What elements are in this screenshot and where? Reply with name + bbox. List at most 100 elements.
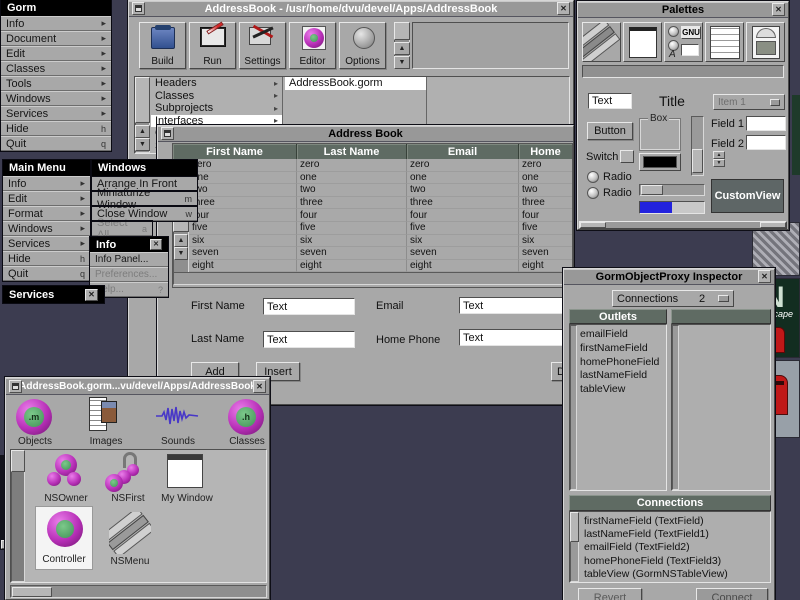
table-cell[interactable]: eight	[189, 260, 297, 273]
table-cell[interactable]: seven	[189, 247, 297, 260]
browser-scroll-up-button[interactable]: ▲	[135, 125, 150, 138]
connection-item[interactable]: firstNameField (TextField)	[584, 515, 728, 528]
menu-item-preferences[interactable]: Preferences...	[90, 267, 168, 282]
table-cell[interactable]: one	[189, 172, 297, 185]
stepper-down-button[interactable]: ▼	[713, 159, 725, 167]
home-phone-field[interactable]: Text	[459, 329, 566, 346]
browser-item-headers[interactable]: Headers▸	[151, 77, 282, 90]
table-cell[interactable]: seven	[407, 247, 519, 260]
browser-scrollbar-knob[interactable]	[135, 77, 150, 123]
tab-windows-palette[interactable]	[623, 22, 662, 62]
menu-item-edit[interactable]: Edit▸	[3, 191, 90, 206]
menu-item-quit[interactable]: Quitq	[1, 136, 111, 151]
scroller-knob[interactable]	[641, 185, 663, 195]
sample-title-label[interactable]: Title	[659, 93, 685, 109]
object-item-label[interactable]: NSOwner	[41, 493, 91, 504]
column-header-first-name[interactable]: First Name	[173, 144, 297, 159]
stepper-up-button[interactable]: ▲	[713, 151, 725, 159]
table-cell[interactable]: five	[407, 222, 519, 235]
table-cell[interactable]: two	[189, 184, 297, 197]
tab-sounds-label[interactable]: Sounds	[156, 436, 200, 447]
sample-field2[interactable]	[746, 135, 786, 150]
outlets-scrollbar[interactable]	[570, 325, 577, 490]
build-button[interactable]: Build	[139, 22, 186, 69]
table-cell[interactable]: two	[519, 184, 572, 197]
sample-textfield[interactable]: Text	[588, 93, 632, 109]
menu-item-classes[interactable]: Classes▸	[1, 61, 111, 76]
object-item-nsowner-icon[interactable]	[45, 454, 85, 490]
connection-item[interactable]: homePhoneField (TextField3)	[584, 555, 728, 568]
table-cell[interactable]: zero	[519, 159, 572, 172]
table-cell[interactable]: one	[297, 172, 407, 185]
tab-controls-palette[interactable]: GNU A	[664, 22, 703, 62]
miniaturize-button[interactable]	[132, 2, 145, 15]
menu-item-hide[interactable]: Hideh	[3, 251, 90, 266]
sample-stepper[interactable]: ▲ ▼	[713, 151, 725, 168]
miniaturize-button[interactable]	[9, 380, 22, 393]
windows-menu-title[interactable]: Windows	[92, 160, 197, 176]
toolbar-scroll-up-button[interactable]: ▲	[394, 42, 410, 55]
email-field[interactable]: Text	[459, 297, 566, 314]
settings-button[interactable]: Settings	[239, 22, 286, 69]
object-item-nsfirst-icon[interactable]	[105, 452, 149, 492]
sample-radio2[interactable]	[587, 187, 599, 199]
table-cell[interactable]: four	[297, 209, 407, 222]
tab-data-palette[interactable]	[705, 22, 744, 62]
outlets-detail-scrollbar[interactable]	[672, 325, 679, 490]
table-cell[interactable]: three	[297, 197, 407, 210]
table-cell[interactable]: zero	[189, 159, 297, 172]
toolbar-scroll-down-button[interactable]: ▼	[394, 56, 410, 69]
inspector-popup-button[interactable]: Connections 2	[612, 290, 734, 307]
tab-images-icon[interactable]	[89, 397, 119, 435]
menu-item-quit[interactable]: Quitq	[3, 266, 90, 281]
sample-color-well[interactable]	[639, 153, 681, 171]
gorm-menu-title[interactable]: Gorm	[1, 0, 111, 16]
menu-item-info[interactable]: Info▸	[1, 16, 111, 31]
column-header-home[interactable]: Home	[519, 144, 572, 159]
menu-item-services[interactable]: Services▸	[1, 106, 111, 121]
menu-item-miniaturize-window[interactable]: Miniaturize Windowm	[92, 191, 197, 206]
table-cell[interactable]: six	[189, 235, 297, 248]
table-cell[interactable]: four	[407, 209, 519, 222]
table-cell[interactable]: three	[189, 197, 297, 210]
sample-switch-checkbox[interactable]	[620, 150, 634, 163]
menu-item-hide[interactable]: Hideh	[1, 121, 111, 136]
menu-item-tools[interactable]: Tools▸	[1, 76, 111, 91]
address-book-titlebar[interactable]: Address Book	[158, 126, 573, 142]
menu-item-info[interactable]: Info▸	[3, 176, 90, 191]
object-item-label[interactable]: My Window	[159, 493, 215, 504]
object-item-nsmenu-icon[interactable]	[109, 512, 151, 554]
resize-bar[interactable]	[579, 221, 787, 229]
outlet-item[interactable]: lastNameField	[580, 369, 659, 383]
connect-button[interactable]: Connect	[696, 588, 768, 600]
table-cell[interactable]: four	[519, 209, 572, 222]
table-cell[interactable]: two	[297, 184, 407, 197]
last-name-field[interactable]: Text	[263, 331, 355, 348]
tab-classes-label[interactable]: Classes	[224, 436, 270, 447]
connection-item[interactable]: lastNameField (TextField1)	[584, 528, 728, 541]
table-cell[interactable]: zero	[297, 159, 407, 172]
close-icon[interactable]: ✕	[150, 239, 162, 250]
table-cell[interactable]: five	[189, 222, 297, 235]
table-cell[interactable]: three	[519, 197, 572, 210]
sample-box[interactable]: Box	[639, 118, 681, 151]
palettes-titlebar[interactable]: Palettes	[578, 2, 788, 18]
connection-item[interactable]: emailField (TextField2)	[584, 541, 728, 554]
tab-objects-icon[interactable]: .m	[16, 399, 52, 435]
connections-scrollbar-knob[interactable]	[570, 512, 579, 542]
sample-button[interactable]: Button	[587, 122, 633, 140]
table-cell[interactable]: one	[407, 172, 519, 185]
table-cell[interactable]: zero	[407, 159, 519, 172]
column-header-email[interactable]: Email	[407, 144, 519, 159]
column-header-last-name[interactable]: Last Name	[297, 144, 407, 159]
sample-radio1[interactable]	[587, 171, 599, 183]
close-button[interactable]: ✕	[253, 380, 266, 393]
document-hscrollbar[interactable]	[10, 585, 267, 598]
table-cell[interactable]: five	[519, 222, 572, 235]
table-cell[interactable]: six	[407, 235, 519, 248]
document-hscrollbar-knob[interactable]	[12, 587, 52, 597]
tab-images-label[interactable]: Images	[84, 436, 128, 447]
close-button[interactable]: ✕	[758, 270, 771, 283]
revert-button[interactable]: Revert	[578, 588, 642, 600]
table-cell[interactable]: eight	[407, 260, 519, 273]
